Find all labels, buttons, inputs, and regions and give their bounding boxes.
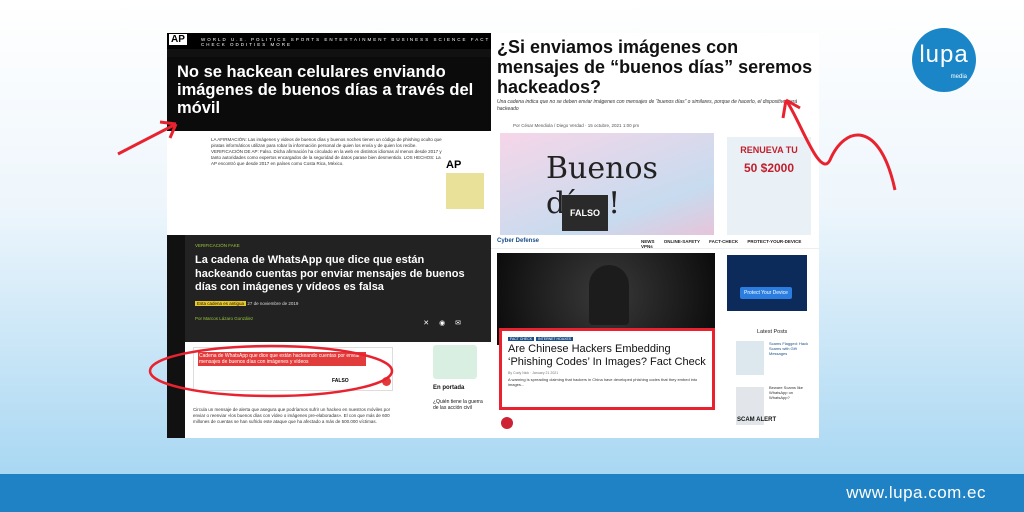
red-arrow-left xyxy=(117,120,178,156)
red-annotations xyxy=(117,98,897,398)
red-circle-highlight xyxy=(148,344,394,398)
red-arrow-right xyxy=(781,98,897,191)
